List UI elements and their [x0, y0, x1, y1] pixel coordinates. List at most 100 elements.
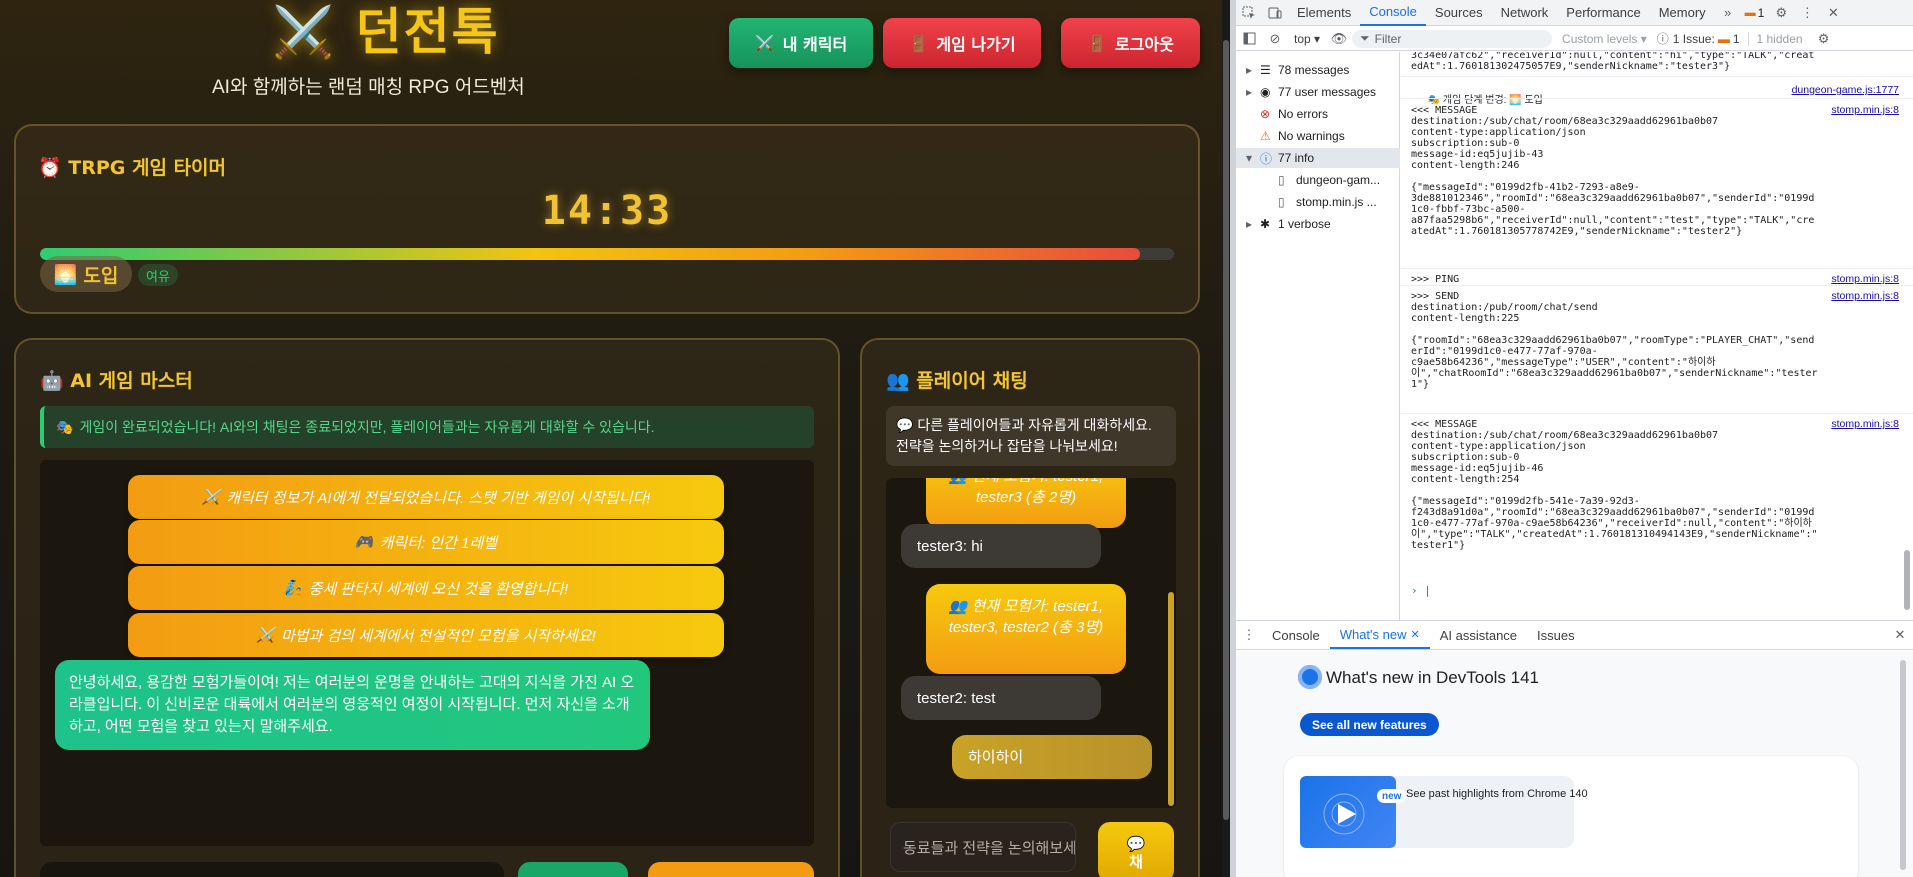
clear-console-icon[interactable]: ⊘ [1262, 26, 1288, 52]
sidebar-item-verbose[interactable]: ▸ ✱ 1 verbose [1236, 214, 1331, 234]
filter-input[interactable]: ⏷ Filter [1352, 29, 1553, 48]
system-message: 🎮 캐릭터: 인간 1레벨 [128, 520, 724, 564]
log-levels-select[interactable]: Custom levels ▾ [1552, 32, 1657, 46]
chat-bubble-icon: 💬 [1126, 836, 1146, 853]
console-sidebar: ▸ ☰ 78 messages ▸ ◉ 77 user messages ⊗ No err… [1236, 52, 1400, 620]
log-source-link[interactable]: stomp.min.js:8 [1831, 273, 1899, 285]
console-prompt[interactable]: › | [1411, 584, 1431, 597]
context-value: top [1294, 31, 1311, 46]
sidebar-toggle-icon[interactable] [1236, 26, 1262, 52]
sidebar-label: No errors [1278, 107, 1329, 121]
chat-message-mine: 하이하이 [952, 735, 1152, 779]
log-levels-label: Custom levels [1562, 31, 1638, 46]
issues-counter[interactable]: ▬ 1 [1741, 6, 1769, 20]
log-source-link[interactable]: dungeon-game.js:1777 [1792, 84, 1899, 96]
tab-network[interactable]: Network [1492, 0, 1558, 26]
close-drawer-icon[interactable]: ✕ [1887, 622, 1913, 648]
warning-flag-icon: ▬ [1744, 6, 1756, 19]
system-message-text: 중세 판타지 세계에 오신 것을 환영합니다! [308, 580, 569, 598]
sidebar-item-stomp[interactable]: ▯ stomp.min.js ... [1236, 192, 1377, 212]
drawer-tab-ai-assistance[interactable]: AI assistance [1430, 621, 1527, 649]
new-badge: new [1377, 789, 1407, 803]
sidebar-item-errors[interactable]: ⊗ No errors [1236, 104, 1328, 124]
sidebar-label: No warnings [1278, 129, 1345, 143]
drawer-tab-console[interactable]: Console [1262, 621, 1330, 649]
leave-game-label: 게임 나가기 [936, 35, 1016, 54]
player-chat-send-button[interactable]: 💬 채 [1098, 822, 1174, 877]
close-icon[interactable]: ✕ [1411, 628, 1420, 641]
drawer-tab-issues[interactable]: Issues [1527, 621, 1585, 649]
context-select[interactable]: top ▾ [1288, 32, 1326, 46]
gm-action-button[interactable] [518, 862, 628, 877]
console-settings-icon[interactable]: ⚙ [1811, 26, 1837, 52]
system-message-text: 캐릭터: 인간 1레벨 [379, 534, 498, 552]
file-icon: ▯ [1278, 173, 1285, 187]
console-scrollbar[interactable] [1904, 60, 1910, 620]
filter-placeholder: Filter [1374, 31, 1402, 46]
sidebar-item-info[interactable]: ▾ ⓘ 77 info [1236, 148, 1400, 168]
mask-icon: 🎭 [56, 418, 74, 435]
kebab-menu-icon[interactable]: ⋮ [1794, 0, 1820, 26]
log-entry: <<< MESSAGE destination:/sub/chat/room/6… [1411, 419, 1818, 551]
hidden-count: 1 hidden [1747, 31, 1811, 46]
issues-link[interactable]: 1 Issue: ▬ 1 [1673, 32, 1740, 46]
system-message: ⚔️ 마법과 검의 세계에서 전설적인 모험을 시작하세요! [128, 613, 724, 657]
player-chat-title: 👥 플레이어 채팅 [886, 370, 1028, 392]
player-chat-input[interactable]: 동료들과 전략을 논의해보세요... [890, 822, 1076, 872]
sidebar-item-warnings[interactable]: ⚠ No warnings [1236, 126, 1345, 146]
see-all-features-button[interactable]: See all new features [1300, 713, 1439, 736]
system-message: ⚔️ 캐릭터 정보가 AI에게 전달되었습니다. 스탯 기반 게임이 시작됩니다… [128, 475, 724, 519]
chat-scrollbar[interactable] [1168, 592, 1174, 806]
system-message-text: 캐릭터 정보가 AI에게 전달되었습니다. 스탯 기반 게임이 시작됩니다! [226, 489, 651, 507]
genie-icon: 🧞 [283, 580, 303, 597]
settings-gear-icon[interactable]: ⚙ [1768, 0, 1794, 26]
whats-new-title: What's new in DevTools 141 [1326, 668, 1540, 687]
system-message: 🧞 중세 판타지 세계에 오신 것을 환영합니다! [128, 566, 724, 610]
game-complete-notice: 🎭 게임이 완료되었습니다! AI와의 채팅은 종료되었지만, 플레이어들과는 … [40, 406, 814, 448]
leave-game-button[interactable]: 🚪 게임 나가기 [883, 18, 1041, 68]
log-source-link[interactable]: stomp.min.js:8 [1831, 418, 1899, 430]
more-tabs-icon[interactable]: » [1715, 0, 1741, 26]
sidebar-item-user-messages[interactable]: ▸ ◉ 77 user messages [1236, 82, 1376, 102]
gm-send-button[interactable] [648, 862, 814, 877]
bug-icon: ✱ [1260, 217, 1271, 231]
logout-label: 로그아웃 [1115, 35, 1174, 54]
info-icon: ⓘ [1260, 151, 1273, 166]
app-logo: ⚔️ 던전톡 [272, 3, 500, 61]
device-toggle-icon[interactable] [1262, 0, 1288, 26]
close-icon[interactable]: ✕ [1820, 0, 1846, 26]
whats-new-scrollbar[interactable] [1900, 660, 1906, 877]
drawer-tab-whats-new[interactable]: What's new ✕ [1329, 621, 1430, 649]
sidebar-item-messages[interactable]: ▸ ☰ 78 messages [1236, 60, 1349, 80]
sidebar-item-dungeon-game[interactable]: ▯ dungeon-gam... [1236, 170, 1380, 190]
tab-memory[interactable]: Memory [1650, 0, 1715, 26]
player-chat-messages[interactable]: 👥 현재 모험가: tester1, tester3 (총 2명) tester… [886, 478, 1176, 808]
drawer-menu-icon[interactable]: ⋮ [1236, 622, 1262, 648]
tab-elements[interactable]: Elements [1288, 0, 1360, 26]
video-thumbnail[interactable] [1300, 776, 1396, 848]
issues-badge: 1 [1732, 31, 1740, 46]
console-log[interactable]: 3c34e07afc62","receiverId":null,"content… [1401, 52, 1913, 620]
chat-message-other: tester3: hi [901, 524, 1101, 568]
sword-icon: ⚔️ [201, 489, 221, 506]
user-icon: ◉ [1260, 85, 1271, 99]
my-character-label: 내 캐릭터 [782, 35, 848, 54]
log-source-link[interactable]: stomp.min.js:8 [1831, 290, 1899, 302]
tab-console[interactable]: Console [1360, 0, 1426, 26]
drawer-tabbar: ⋮ Console What's new ✕ AI assistance Iss… [1236, 620, 1913, 650]
ai-message: 안녕하세요, 용감한 모험가들이여! 저는 여러분의 운명을 안내하는 고대의 … [55, 660, 650, 750]
sidebar-label: 1 verbose [1278, 217, 1331, 231]
gm-input[interactable] [40, 862, 504, 877]
timer-title: ⏰ TRPG 게임 타이머 [38, 157, 227, 179]
eye-icon[interactable]: 👁 [1326, 26, 1352, 52]
error-icon: ⊗ [1260, 107, 1271, 121]
tab-sources[interactable]: Sources [1426, 0, 1492, 26]
game-app: ⚔️ 던전톡 AI와 함께하는 랜덤 매칭 RPG 어드벤처 ⚔️ 내 캐릭터 … [0, 0, 1222, 877]
tab-performance[interactable]: Performance [1557, 0, 1649, 26]
inspect-icon[interactable] [1236, 0, 1262, 26]
my-character-button[interactable]: ⚔️ 내 캐릭터 [729, 18, 873, 68]
log-source-link[interactable]: stomp.min.js:8 [1831, 104, 1899, 116]
page-scrollbar[interactable] [1222, 0, 1230, 877]
log-entry: >>> SEND destination:/pub/room/chat/send… [1411, 291, 1818, 390]
logout-button[interactable]: 🚪 로그아웃 [1061, 18, 1200, 68]
